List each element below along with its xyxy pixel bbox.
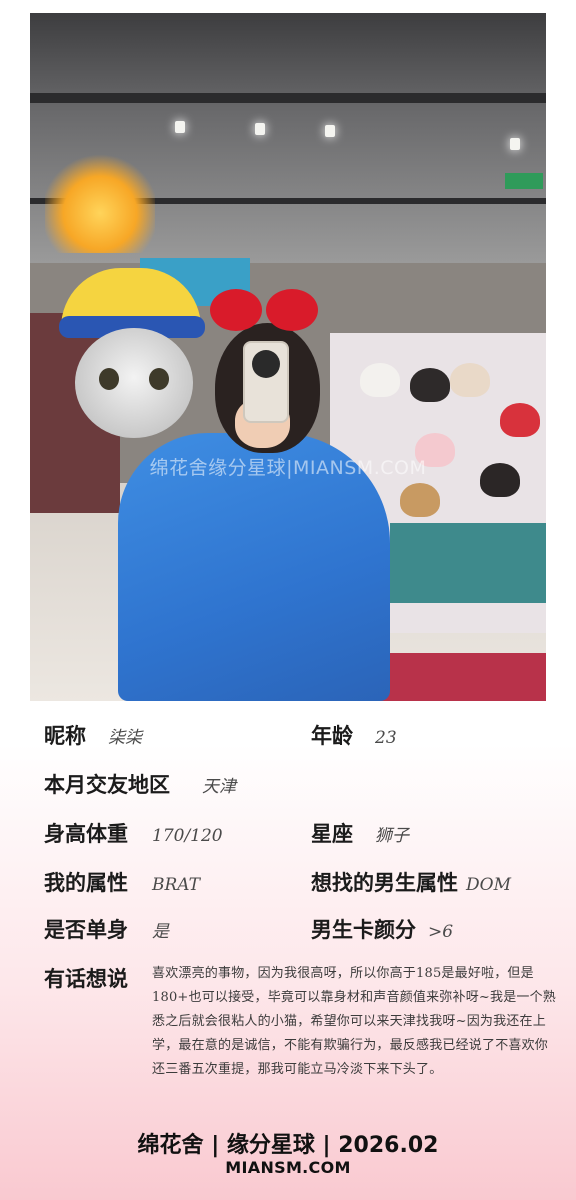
age-value: 23 (375, 728, 397, 748)
seeking-attribute-value: DOM (466, 875, 511, 895)
zodiac-value: 狮子 (375, 826, 409, 846)
seeking-attribute-row: 想找的男生属性 DOM (311, 867, 511, 897)
headband-item (410, 368, 450, 402)
red-bow (210, 289, 320, 335)
nickname-row: 昵称 柒柒 (44, 720, 142, 750)
footer-site: MIANSM.COM (225, 1158, 351, 1177)
looks-score-row: 男生卡颜分 >6 (311, 914, 453, 944)
region-value: 天津 (202, 777, 236, 797)
ceiling-light (255, 123, 265, 135)
region-row: 本月交友地区 天津 (44, 769, 236, 799)
camera-icon (252, 350, 280, 378)
phone (243, 341, 289, 423)
looks-score-value: >6 (428, 922, 454, 942)
cat-sticker (45, 153, 223, 443)
nickname-label: 昵称 (44, 724, 86, 748)
height-weight-row: 身高体重 170/120 (44, 818, 223, 848)
my-attribute-row: 我的属性 BRAT (44, 867, 200, 897)
single-label: 是否单身 (44, 918, 128, 942)
my-attribute-label: 我的属性 (44, 871, 128, 895)
display-table (390, 523, 546, 603)
cat-eye (99, 368, 119, 390)
footer-brand: 绵花舍 | 缘分星球 | 2026.02 (137, 1133, 439, 1158)
cat-eye (149, 368, 169, 390)
message-text: 喜欢漂亮的事物，因为我很高呀，所以你高于185是最好啦，但是180+也可以接受，… (152, 966, 556, 1077)
headband-item (360, 363, 400, 397)
headband-item (500, 403, 540, 437)
height-weight-value: 170/120 (152, 826, 223, 846)
age-label: 年龄 (311, 724, 353, 748)
message-row: 有话想说 (44, 963, 128, 993)
single-value: 是 (152, 922, 169, 942)
height-weight-label: 身高体重 (44, 822, 128, 846)
single-row: 是否单身 是 (44, 914, 169, 944)
zodiac-label: 星座 (311, 822, 353, 846)
seeking-attribute-label: 想找的男生属性 (311, 871, 458, 895)
region-label: 本月交友地区 (44, 773, 170, 797)
ceiling-light (325, 125, 335, 137)
ceiling-light (175, 121, 185, 133)
message-label: 有话想说 (44, 967, 128, 991)
age-row: 年龄 23 (311, 720, 397, 750)
headband-item (450, 363, 490, 397)
cat-face (75, 328, 193, 438)
nickname-value: 柒柒 (108, 728, 142, 748)
headband-item (400, 483, 440, 517)
watermark: 绵花舍缘分星球|MIANSM.COM (149, 457, 427, 479)
feather-plume (45, 153, 155, 253)
profile-photo: 绵花舍缘分星球|MIANSM.COM (30, 13, 546, 701)
looks-score-label: 男生卡颜分 (311, 918, 416, 942)
exit-sign (505, 173, 543, 189)
zodiac-row: 星座 狮子 (311, 818, 409, 848)
my-attribute-value: BRAT (152, 875, 200, 895)
ceiling-beam (30, 93, 546, 103)
ceiling-light (510, 138, 520, 150)
